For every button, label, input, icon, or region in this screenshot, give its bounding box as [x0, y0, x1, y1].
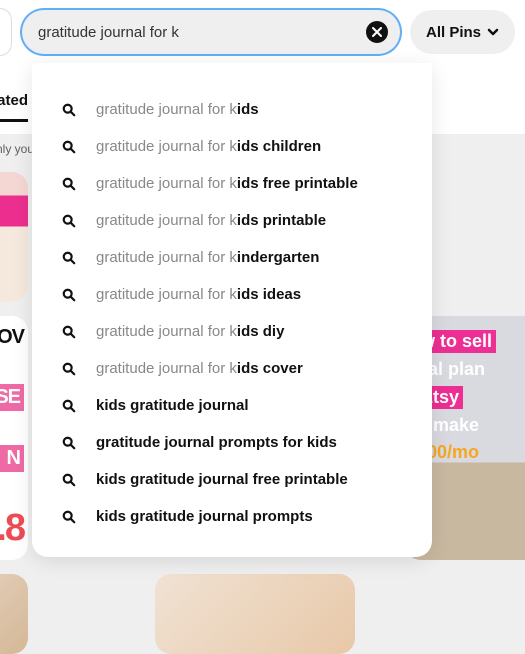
filter-label: All Pins: [426, 24, 481, 41]
pin-text: SE: [0, 384, 24, 411]
search-suggestion[interactable]: gratitude journal for kids diy: [32, 313, 432, 350]
top-bar: All Pins: [0, 0, 525, 64]
pin-card[interactable]: OV SE N .8: [0, 316, 28, 560]
search-icon: [62, 436, 76, 450]
search-suggestions-dropdown: gratitude journal for kids gratitude jour…: [32, 63, 432, 557]
pin-text: d make: [417, 415, 525, 436]
search-icon: [62, 362, 76, 376]
suggestion-text: kids gratitude journal prompts: [96, 508, 313, 525]
chevron-down-icon: [487, 26, 499, 38]
search-icon: [62, 214, 76, 228]
search-suggestion[interactable]: kids gratitude journal: [32, 387, 432, 424]
suggestion-text: gratitude journal for kids cover: [96, 360, 303, 377]
pin-text: ital plan: [417, 359, 525, 380]
pin-card[interactable]: [0, 574, 28, 654]
suggestion-text: gratitude journal for kids children: [96, 138, 321, 155]
suggestion-text: gratitude journal for kids ideas: [96, 286, 301, 303]
search-icon: [62, 325, 76, 339]
search-suggestion[interactable]: kids gratitude journal prompts: [32, 498, 432, 535]
pin-text: w to sell: [417, 330, 525, 353]
pin-text: Etsy: [417, 386, 525, 409]
search-icon: [62, 103, 76, 117]
suggestion-text: kids gratitude journal free printable: [96, 471, 348, 488]
search-icon: [62, 140, 76, 154]
search-suggestion[interactable]: gratitude journal for kids free printabl…: [32, 165, 432, 202]
pin-text: N: [0, 445, 24, 472]
suggestion-text: gratitude journal for kids: [96, 101, 259, 118]
suggestion-text: gratitude journal for kids printable: [96, 212, 326, 229]
suggestion-text: gratitude journal for kids diy: [96, 323, 284, 340]
suggestion-text: gratitude journal for kindergarten: [96, 249, 319, 266]
suggestion-text: gratitude journal for kids free printabl…: [96, 175, 358, 192]
search-suggestion[interactable]: kids gratitude journal free printable: [32, 461, 432, 498]
pin-card[interactable]: [155, 574, 355, 654]
search-bar[interactable]: [20, 8, 402, 56]
search-suggestion[interactable]: gratitude journal prompts for kids: [32, 424, 432, 461]
search-suggestion[interactable]: gratitude journal for kids printable: [32, 202, 432, 239]
suggestion-text: gratitude journal prompts for kids: [96, 434, 337, 451]
search-suggestion[interactable]: gratitude journal for kindergarten: [32, 239, 432, 276]
search-suggestion[interactable]: gratitude journal for kids: [32, 91, 432, 128]
pin-text: 000/mo: [417, 442, 525, 463]
pin-card[interactable]: LE D AD Y: [0, 172, 28, 302]
pin-text: OV: [0, 326, 24, 349]
filter-dropdown[interactable]: All Pins: [410, 10, 515, 54]
background-tab: ated: [0, 92, 28, 122]
search-suggestion[interactable]: gratitude journal for kids cover: [32, 350, 432, 387]
search-icon: [62, 177, 76, 191]
search-input[interactable]: [38, 24, 366, 41]
search-icon: [62, 399, 76, 413]
search-suggestion[interactable]: gratitude journal for kids ideas: [32, 276, 432, 313]
search-icon: [62, 510, 76, 524]
suggestion-text: kids gratitude journal: [96, 397, 249, 414]
clear-search-button[interactable]: [366, 21, 388, 43]
search-icon: [62, 288, 76, 302]
search-suggestion[interactable]: gratitude journal for kids children: [32, 128, 432, 165]
home-button-partial[interactable]: [0, 8, 12, 56]
pin-text: .8: [0, 507, 24, 550]
search-icon: [62, 473, 76, 487]
close-icon: [372, 27, 382, 37]
search-icon: [62, 251, 76, 265]
